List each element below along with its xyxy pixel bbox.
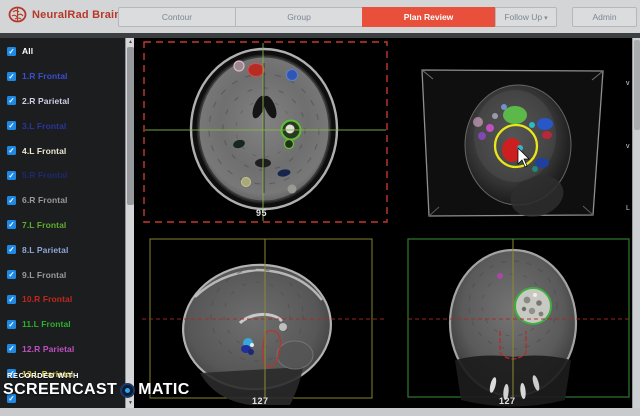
checkbox-checked-icon[interactable]: ✓ — [7, 146, 16, 156]
structure-label: 4.L Frontal — [22, 145, 67, 156]
structure-label: 8.L Parietal — [22, 244, 69, 255]
sagittal-mri-image — [142, 238, 387, 405]
structure-label: 9.L Frontal — [22, 269, 67, 280]
tab-admin[interactable]: Admin — [572, 7, 637, 27]
sidebar-scrollbar[interactable]: ▲ ▼ — [125, 38, 134, 408]
structure-item-6[interactable]: ✓ 6.R Frontal — [0, 188, 125, 213]
structure-item-8[interactable]: ✓ 8.L Parietal — [0, 237, 125, 262]
chevron-down-icon: ▾ — [544, 15, 548, 22]
checkbox-checked-icon[interactable]: ✓ — [7, 121, 16, 131]
checkbox-checked-icon[interactable]: ✓ — [7, 220, 16, 230]
structure-label: 13.L Parietal — [22, 368, 74, 379]
structure-label: 2.R Parietal — [22, 95, 70, 106]
checkbox-checked-icon[interactable]: ✓ — [7, 369, 16, 379]
app-window: NeuralRad Brain Contour Group Plan Revie… — [0, 0, 640, 416]
sidebar-scrollbar-thumb[interactable] — [127, 47, 134, 205]
checkbox-checked-icon[interactable]: ✓ — [7, 96, 16, 106]
clipped-label-fragment: v — [626, 143, 630, 150]
structure-item-12[interactable]: ✓ 12.R Parietal — [0, 337, 125, 362]
page-scrollbar[interactable] — [632, 38, 640, 408]
structure-item-1[interactable]: ✓ 1.R Frontal — [0, 64, 125, 89]
structure-label: 1.R Frontal — [22, 71, 68, 82]
structure-label: 10.R Frontal — [22, 294, 73, 305]
app-title: NeuralRad Brain — [32, 9, 122, 21]
tab-follow-up[interactable]: Follow Up ▾ — [495, 7, 557, 27]
structure-item-all[interactable]: ✓ All — [0, 39, 125, 64]
structure-label: 12.R Parietal — [22, 343, 75, 354]
clipped-label-fragment: L — [626, 205, 630, 212]
checkbox-checked-icon[interactable]: ✓ — [7, 294, 16, 304]
sagittal-slice-number: 127 — [252, 396, 269, 406]
tab-follow-up-label: Follow Up — [504, 12, 543, 22]
viewport-grid: 95 127 127 v v L — [134, 38, 632, 408]
structure-label: 7.L Frontal — [22, 219, 67, 230]
structure-item-9[interactable]: ✓ 9.L Frontal — [0, 262, 125, 287]
checkbox-checked-icon[interactable]: ✓ — [7, 71, 16, 81]
structure-item-13[interactable]: ✓ 13.L Parietal — [0, 361, 125, 386]
coronal-slice-number: 127 — [499, 396, 516, 406]
structure-item-5[interactable]: ✓ 5.R Frontal — [0, 163, 125, 188]
structure-item-11[interactable]: ✓ 11.L Frontal — [0, 312, 125, 337]
checkbox-checked-icon[interactable]: ✓ — [7, 344, 16, 354]
checkbox-checked-icon[interactable]: ✓ — [7, 270, 16, 280]
structure-item-4[interactable]: ✓ 4.L Frontal — [0, 138, 125, 163]
checkbox-checked-icon[interactable]: ✓ — [7, 394, 16, 404]
viewport-sagittal[interactable]: 127 — [140, 235, 389, 408]
clipped-label-fragment: v — [626, 80, 630, 87]
structure-item-2[interactable]: ✓ 2.R Parietal — [0, 89, 125, 114]
axial-mri-image — [143, 41, 388, 223]
structure-label: 5.R Frontal — [22, 170, 68, 181]
structure-item-10[interactable]: ✓ 10.R Frontal — [0, 287, 125, 312]
checkbox-checked-icon[interactable]: ✓ — [7, 170, 16, 180]
checkbox-checked-icon[interactable]: ✓ — [7, 245, 16, 255]
structure-item-3[interactable]: ✓ 3.L Frontal — [0, 113, 125, 138]
checkbox-checked-icon[interactable]: ✓ — [7, 46, 16, 56]
checkbox-checked-icon[interactable]: ✓ — [7, 319, 16, 329]
structure-label: 11.L Frontal — [22, 319, 71, 330]
tab-plan-review[interactable]: Plan Review — [362, 7, 495, 27]
structure-list: ✓ All ✓ 1.R Frontal ✓ 2.R Parietal ✓ 3.L… — [0, 38, 125, 408]
checkbox-checked-icon[interactable]: ✓ — [7, 195, 16, 205]
bottom-bar — [0, 408, 640, 416]
structure-label: All — [22, 46, 34, 57]
structure-item-7[interactable]: ✓ 7.L Frontal — [0, 213, 125, 238]
brain-logo-icon — [8, 6, 27, 23]
structure-label: 6.R Frontal — [22, 195, 68, 206]
3d-render-image — [421, 69, 604, 217]
tab-contour[interactable]: Contour — [118, 7, 236, 27]
viewport-coronal[interactable]: 127 — [393, 235, 632, 408]
page-scrollbar-thumb[interactable] — [634, 40, 640, 130]
app-logo: NeuralRad Brain — [8, 6, 121, 24]
coronal-mri-image — [407, 238, 631, 407]
viewport-axial[interactable]: 95 — [143, 41, 388, 223]
top-nav: NeuralRad Brain Contour Group Plan Revie… — [0, 0, 640, 33]
viewport-3d[interactable] — [385, 38, 632, 233]
tab-group[interactable]: Group — [235, 7, 363, 27]
axial-slice-number: 95 — [256, 208, 268, 218]
structure-label: 3.L Frontal — [22, 120, 67, 131]
